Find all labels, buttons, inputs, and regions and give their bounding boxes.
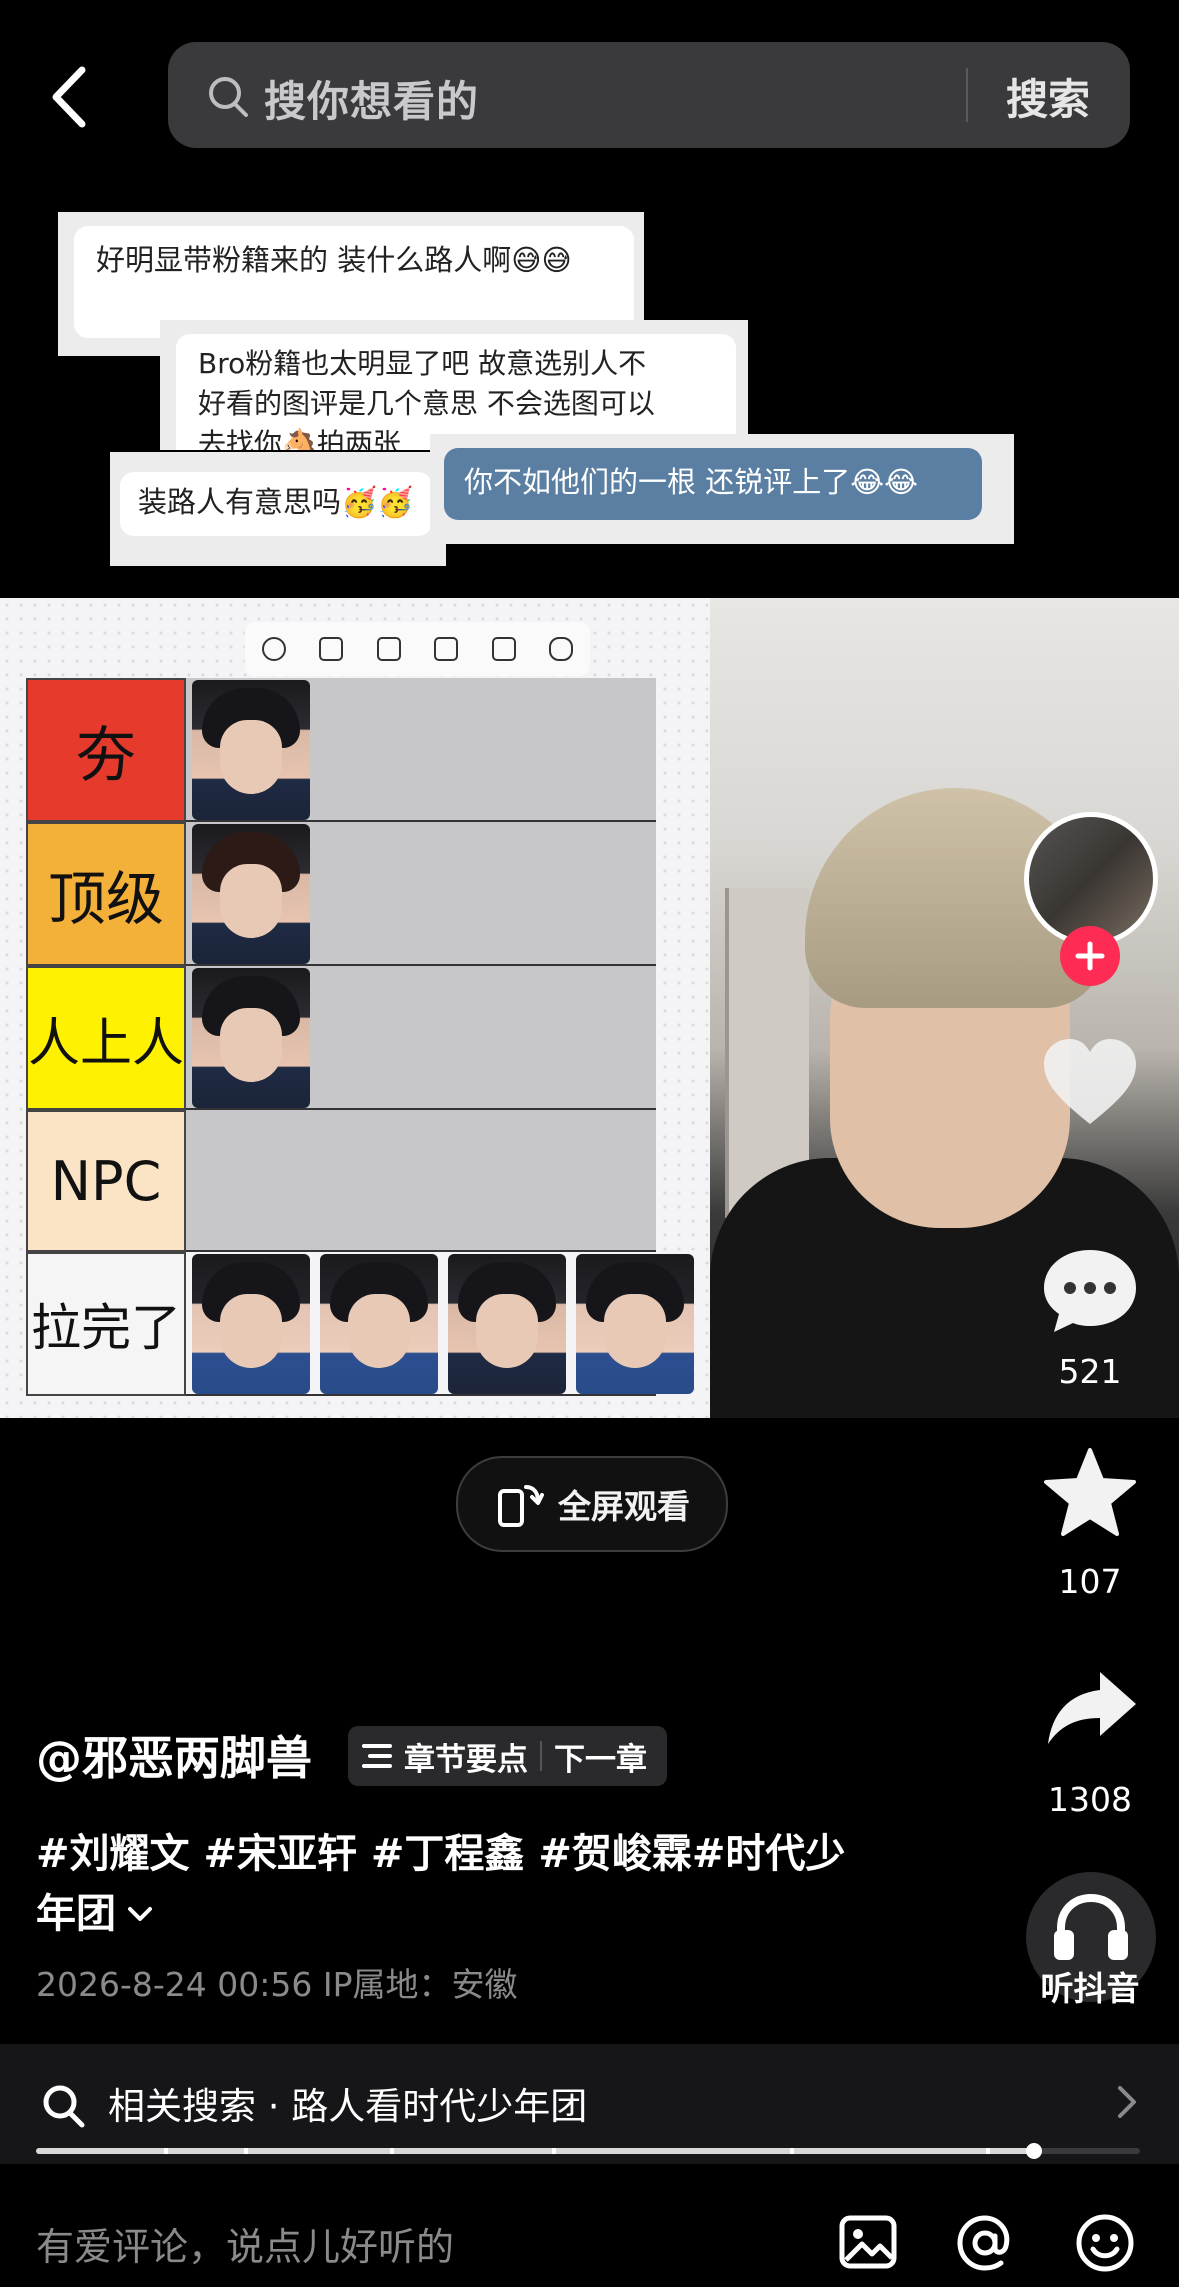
author-name[interactable]: @邪恶两脚兽	[36, 1722, 312, 1788]
fullscreen-button[interactable]: 全屏观看	[456, 1456, 728, 1552]
search-divider	[966, 68, 968, 122]
favorite-button[interactable]	[1042, 1446, 1138, 1538]
tier-label-1: 夯	[26, 678, 186, 822]
chapter-marker	[164, 2148, 168, 2154]
related-search-text[interactable]: 相关搜索 · 路人看时代少年团	[108, 2076, 587, 2130]
share-arrow-icon	[1048, 1672, 1136, 1744]
tier-photo	[192, 824, 310, 964]
comment-button[interactable]	[1040, 1246, 1140, 1336]
editor-toolbar	[245, 622, 590, 676]
share-button[interactable]	[1044, 1668, 1140, 1748]
hashtags[interactable]: #刘耀文 #宋亚轩 #丁程鑫 #贺峻霖#时代少 年团	[36, 1824, 896, 1944]
chapter-marker	[244, 2148, 248, 2154]
mention-icon[interactable]	[954, 2212, 1016, 2278]
copy-tool-icon	[376, 637, 401, 661]
tier-photo	[576, 1254, 694, 1394]
follow-button[interactable]	[1060, 926, 1120, 986]
text-tool-icon	[261, 637, 286, 661]
frame-tool-icon	[319, 637, 344, 661]
back-button[interactable]	[44, 62, 104, 132]
comment-bubble-4: 你不如他们的一根 还锐评上了😂😂	[444, 448, 982, 520]
chapter-divider	[540, 1741, 542, 1771]
next-chapter-label[interactable]: 下一章	[554, 1734, 647, 1779]
video-tier-list[interactable]: 夯 顶级 人上人 NPC 拉完了	[0, 598, 710, 1418]
comment-bubble-2: Bro粉籍也太明显了吧 故意选别人不 好看的图评是几个意思 不会选图可以 去找你…	[176, 334, 736, 450]
comment-bubble-3: 装路人有意思吗🥳🥳	[120, 472, 432, 536]
chapter-marker	[552, 2148, 556, 2154]
like-button[interactable]	[1040, 1036, 1140, 1136]
table-tool-icon	[491, 637, 516, 661]
image-icon[interactable]	[838, 2214, 898, 2274]
attach-tool-icon	[549, 637, 574, 661]
search-input[interactable]: 搜你想看的	[264, 68, 479, 129]
chapter-marker	[986, 2148, 990, 2154]
hashtags-line-1[interactable]: #刘耀文 #宋亚轩 #丁程鑫 #贺峻霖#时代少	[36, 1824, 896, 1884]
tier-label-4: NPC	[26, 1110, 186, 1252]
comment-text-1: 好明显带粉籍来的 装什么路人啊😅😅	[96, 243, 572, 277]
search-icon	[206, 74, 250, 118]
search-button[interactable]: 搜索	[1006, 66, 1090, 127]
search-bar[interactable]: 搜你想看的 搜索	[168, 42, 1130, 148]
heart-icon	[1044, 1039, 1136, 1124]
chapter-pill[interactable]: 章节要点 下一章	[348, 1726, 667, 1786]
tier-photo	[192, 1254, 310, 1394]
chevron-right-icon[interactable]	[1114, 2082, 1140, 2126]
star-icon	[1044, 1448, 1136, 1536]
tier-label-2: 顶级	[26, 822, 186, 966]
tier-photo	[448, 1254, 566, 1394]
chapter-progress-fill	[36, 2148, 1034, 2154]
note-tool-icon	[434, 637, 459, 661]
rotate-screen-icon	[498, 1485, 544, 1527]
search-icon	[40, 2082, 88, 2134]
tier-photo	[320, 1254, 438, 1394]
comment-text-2-line-1: Bro粉籍也太明显了吧 故意选别人不	[198, 347, 647, 380]
chapter-marker	[390, 2148, 394, 2154]
plus-icon	[1075, 941, 1105, 971]
share-count: 1308	[1048, 1780, 1132, 1819]
comment-input[interactable]: 有爱评论，说点儿好听的	[36, 2216, 454, 2271]
comment-text-3: 装路人有意思吗🥳🥳	[138, 485, 414, 519]
hashtags-line-2[interactable]: 年团	[36, 1884, 116, 1944]
comment-card-2: Bro粉籍也太明显了吧 故意选别人不 好看的图评是几个意思 不会选图可以 去找你…	[160, 320, 748, 450]
comment-text-2-line-2: 好看的图评是几个意思 不会选图可以	[198, 387, 655, 420]
fullscreen-label: 全屏观看	[558, 1487, 690, 1526]
chapter-label: 章节要点	[404, 1741, 528, 1778]
tier-label-3: 人上人	[26, 966, 186, 1110]
post-meta: 2026-8-24 00:56 IP属地：安徽	[36, 1965, 518, 2004]
list-icon	[362, 1744, 392, 1768]
progress-knob[interactable]	[1026, 2143, 1042, 2159]
tier-photo	[192, 680, 310, 820]
tier-row-4	[186, 1110, 656, 1252]
tier-photo	[192, 968, 310, 1108]
emoji-icon[interactable]	[1074, 2212, 1136, 2278]
comment-text-4: 你不如他们的一根 还锐评上了😂😂	[464, 465, 918, 499]
comment-card-4: 你不如他们的一根 还锐评上了😂😂	[430, 434, 1014, 544]
listen-label: 听抖音	[1040, 1969, 1140, 2008]
comment-icon	[1044, 1250, 1136, 1332]
chevron-left-icon	[52, 66, 86, 128]
chevron-down-icon[interactable]	[126, 1904, 154, 1924]
favorite-count: 107	[1058, 1562, 1122, 1601]
comment-count: 521	[1058, 1352, 1122, 1391]
tier-label-5: 拉完了	[26, 1252, 186, 1396]
comment-card-3: 装路人有意思吗🥳🥳	[110, 452, 446, 566]
chapter-marker	[790, 2148, 794, 2154]
